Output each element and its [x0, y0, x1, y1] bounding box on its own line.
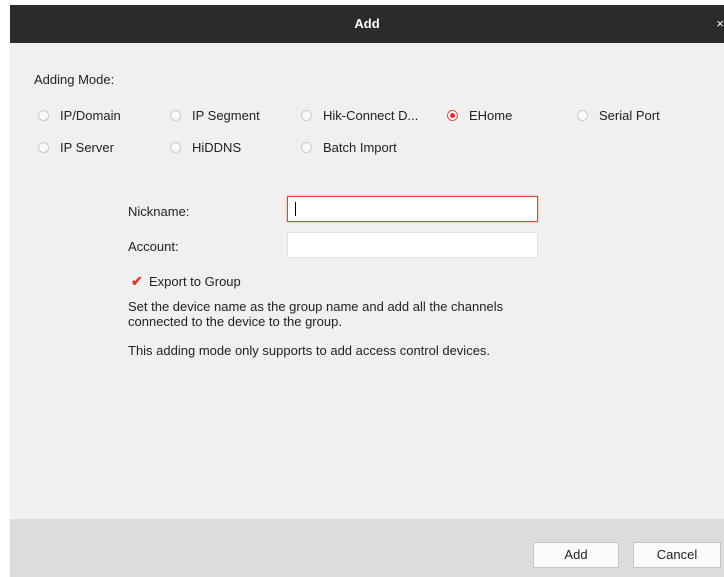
- radio-label: HiDDNS: [192, 140, 242, 155]
- radio-circle-icon: [38, 142, 49, 153]
- cancel-button[interactable]: Cancel: [633, 542, 721, 568]
- account-input[interactable]: [287, 232, 538, 258]
- nickname-label: Nickname:: [128, 204, 190, 219]
- radio-selected-icon: [447, 110, 458, 121]
- add-button[interactable]: Add: [533, 542, 619, 568]
- radio-circle-icon: [170, 142, 181, 153]
- radio-label: Batch Import: [323, 140, 397, 155]
- description-text: Set the device name as the group name an…: [128, 299, 504, 329]
- radio-circle-icon: [38, 110, 49, 121]
- checkbox-label: Export to Group: [149, 274, 241, 289]
- checkmark-icon: ✔: [131, 273, 143, 289]
- radio-label: Serial Port: [599, 108, 660, 123]
- radio-label: IP Server: [60, 140, 114, 155]
- text-cursor: [295, 202, 296, 216]
- radio-circle-icon: [301, 142, 312, 153]
- add-dialog: Add × Adding Mode: IP/Domain IP Segment …: [10, 5, 724, 577]
- adding-mode-label: Adding Mode:: [34, 72, 115, 87]
- radio-label: EHome: [469, 108, 513, 123]
- dialog-footer: Add Cancel: [10, 519, 724, 577]
- radio-label: IP/Domain: [60, 108, 121, 123]
- radio-label: IP Segment: [192, 108, 260, 123]
- radio-circle-icon: [577, 110, 588, 121]
- nickname-input[interactable]: [287, 196, 538, 222]
- close-icon[interactable]: ×: [712, 5, 724, 43]
- radio-circle-icon: [170, 110, 181, 121]
- radio-circle-icon: [301, 110, 312, 121]
- dialog-title: Add: [354, 16, 380, 31]
- title-bar[interactable]: Add ×: [10, 5, 724, 43]
- note-text: This adding mode only supports to add ac…: [128, 343, 491, 358]
- radio-label: Hik-Connect D...: [323, 108, 419, 123]
- account-label: Account:: [128, 239, 179, 254]
